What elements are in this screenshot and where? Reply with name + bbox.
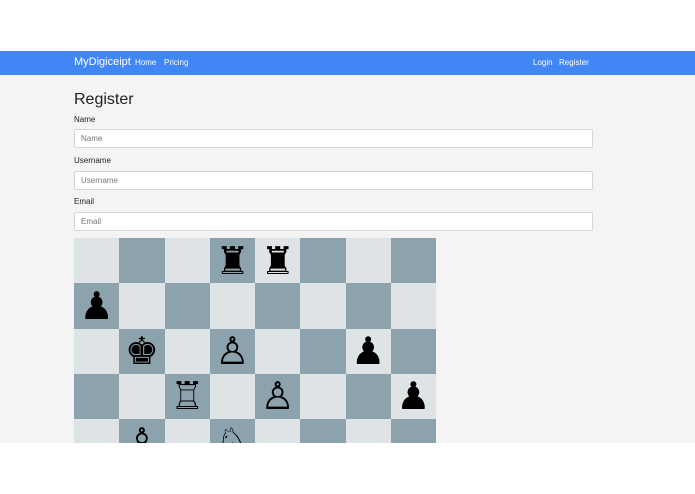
white-pawn-piece[interactable]: ♙ — [210, 329, 255, 374]
board-square[interactable] — [209, 373, 255, 419]
email-input[interactable] — [74, 212, 593, 231]
name-input[interactable] — [74, 129, 593, 148]
black-pawn-piece[interactable]: ♟ — [74, 283, 119, 328]
board-square[interactable] — [74, 419, 120, 443]
board-square[interactable] — [345, 419, 391, 443]
board-square[interactable] — [255, 283, 301, 329]
board-square[interactable] — [390, 419, 436, 443]
register-page: Register Name Username Email ♜♜♟♚♙♟♖♙♟♙♘ — [0, 75, 695, 443]
nav-register-link[interactable]: Register — [559, 58, 589, 67]
brand-link[interactable]: MyDigiceipt — [74, 56, 131, 68]
board-square[interactable] — [74, 373, 120, 419]
board-square[interactable] — [255, 419, 301, 443]
board-square[interactable] — [74, 328, 120, 374]
black-pawn-piece[interactable]: ♟ — [346, 329, 391, 374]
board-square[interactable] — [164, 328, 210, 374]
board-square[interactable] — [345, 238, 391, 284]
board-square[interactable] — [255, 328, 301, 374]
black-rook-piece[interactable]: ♜ — [210, 238, 255, 283]
page-title: Register — [74, 91, 134, 108]
black-pawn-piece[interactable]: ♟ — [391, 374, 436, 419]
board-square[interactable] — [300, 238, 346, 284]
board-square[interactable] — [164, 238, 210, 284]
board-square[interactable] — [164, 419, 210, 443]
board-square[interactable] — [209, 283, 255, 329]
board-square[interactable] — [345, 283, 391, 329]
white-pawn-piece[interactable]: ♙ — [255, 374, 300, 419]
board-square[interactable] — [300, 419, 346, 443]
board-square[interactable] — [345, 373, 391, 419]
black-king-piece[interactable]: ♚ — [119, 329, 164, 374]
board-square[interactable] — [390, 238, 436, 284]
username-label: Username — [74, 156, 111, 165]
email-label: Email — [74, 197, 95, 206]
nav-pricing-link[interactable]: Pricing — [164, 58, 188, 67]
black-rook-piece[interactable]: ♜ — [255, 238, 300, 283]
nav-home-link[interactable]: Home — [135, 58, 156, 67]
username-input[interactable] — [74, 171, 593, 190]
top-navbar: MyDigiceipt Home Pricing Login Register — [0, 51, 695, 75]
name-label: Name — [74, 115, 96, 124]
nav-login-link[interactable]: Login — [533, 58, 553, 67]
board-square[interactable] — [119, 283, 165, 329]
board-square[interactable] — [119, 373, 165, 419]
board-square[interactable] — [390, 283, 436, 329]
board-square[interactable] — [390, 328, 436, 374]
white-rook-piece[interactable]: ♖ — [165, 374, 210, 419]
board-square[interactable] — [300, 283, 346, 329]
board-square[interactable] — [119, 238, 165, 284]
board-square[interactable] — [300, 328, 346, 374]
chess-board[interactable]: ♜ ♜ ♟ ♚ ♙ ♟ ♖ ♙ ♟ ♙ ♘ — [74, 238, 436, 443]
board-square[interactable] — [164, 283, 210, 329]
white-knight-piece[interactable]: ♘ — [210, 419, 255, 443]
board-square[interactable] — [74, 238, 120, 284]
board-square[interactable] — [300, 373, 346, 419]
white-pawn-piece[interactable]: ♙ — [119, 419, 164, 443]
